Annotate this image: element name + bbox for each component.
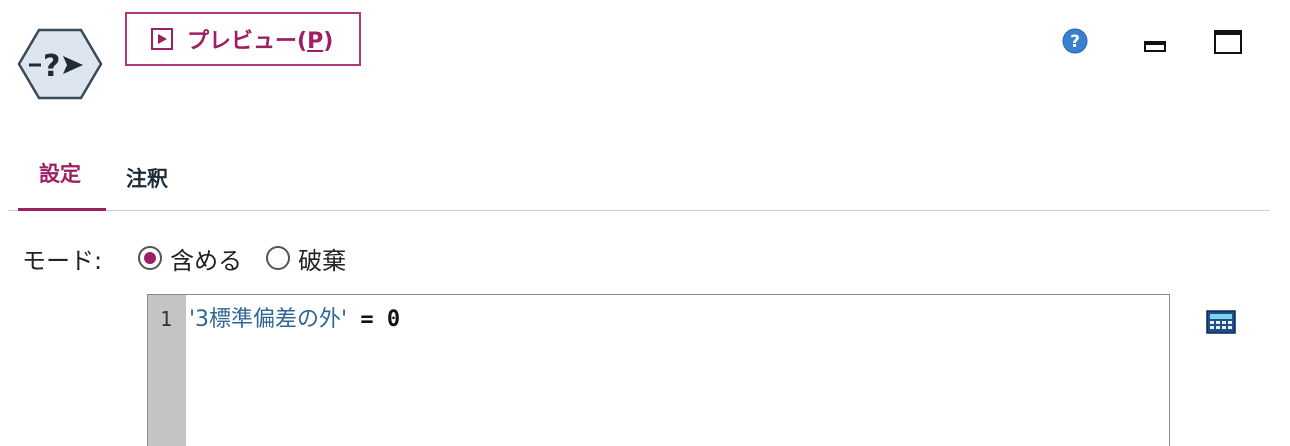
maximize-icon[interactable] [1214,30,1242,54]
minimize-icon[interactable] [1144,38,1166,52]
radio-discard-label: 破棄 [298,246,347,275]
code-field-name: '3標準偏差の外' [189,307,348,332]
tab-annotation-label: 注釈 [126,167,168,191]
code-line[interactable]: '3標準偏差の外' = 0 [189,301,400,333]
preview-button-label: プレビュー(P) [187,29,334,54]
radio-include[interactable]: 含める [138,241,242,276]
svg-text:?: ? [43,49,60,84]
radio-discard[interactable]: 破棄 [266,241,346,276]
active-tab-indicator [18,208,106,211]
play-icon [151,28,173,50]
tab-settings[interactable]: 設定 [18,158,106,211]
radio-discard-circle[interactable] [266,246,291,270]
mode-label: モード: [22,246,103,275]
expression-editor[interactable]: 1 '3標準偏差の外' = 0 [147,294,1170,446]
tab-bar: 設定 注釈 [8,150,1270,211]
svg-text:?: ? [1070,32,1080,52]
help-icon[interactable]: ? [1062,28,1088,54]
tab-settings-label: 設定 [39,162,81,186]
mode-row: モード: 含める 破棄 [22,240,370,276]
line-number-gutter: 1 [148,295,186,446]
code-value: 0 [386,307,401,332]
radio-include-circle[interactable] [138,246,163,270]
select-node-dialog: ? プレビュー(P) ? 設定 注釈 モード: 含める 破棄 1 '3標準偏差の… [0,0,1290,446]
preview-button[interactable]: プレビュー(P) [125,12,361,66]
tab-annotation[interactable]: 注釈 [126,163,168,193]
code-operator: = [360,307,374,332]
radio-selected-dot [144,252,157,264]
calculator-icon[interactable] [1206,310,1236,334]
radio-include-label: 含める [170,246,243,275]
select-node-icon: ? [17,26,103,102]
line-number: 1 [160,307,173,331]
